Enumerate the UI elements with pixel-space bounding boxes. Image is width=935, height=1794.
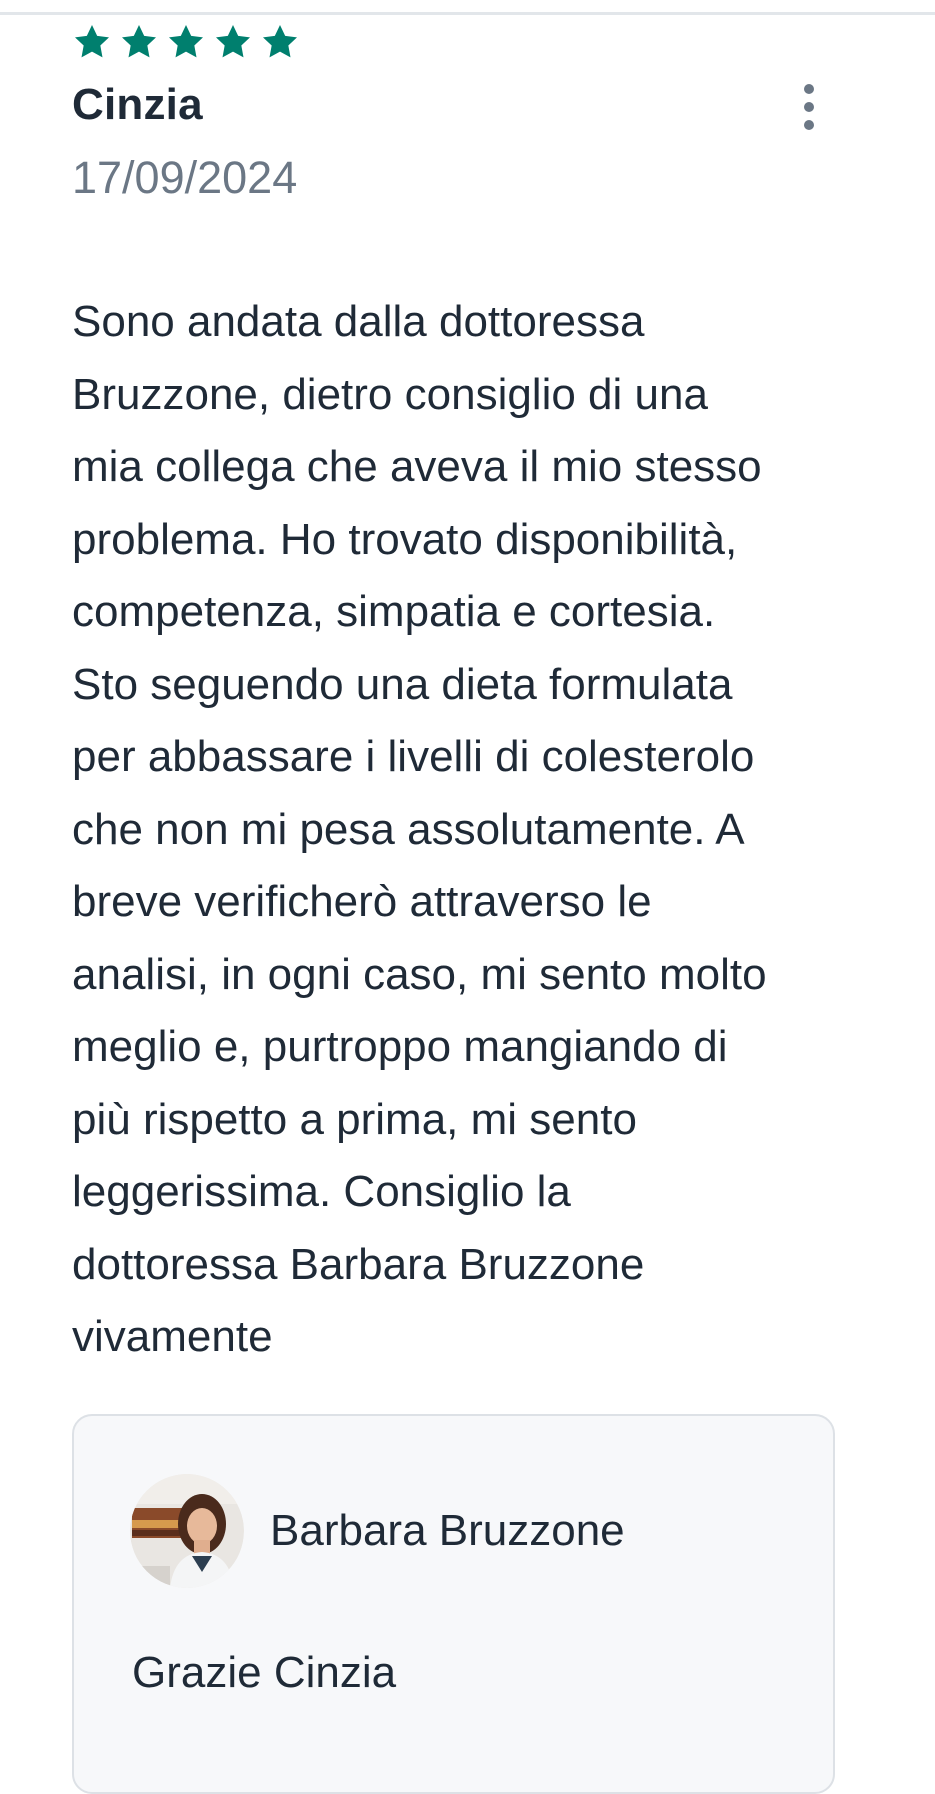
reviewer-name: Cinzia <box>72 80 203 129</box>
star-icon <box>122 25 156 58</box>
reply-text: Grazie Cinzia <box>132 1648 397 1697</box>
star-icon <box>263 25 297 58</box>
star-icon <box>216 25 250 58</box>
review-text: Sono andata dalla dottoressa Bruzzone, d… <box>72 297 767 1361</box>
review-date: 17/09/2024 <box>72 152 298 203</box>
more-vertical-icon <box>804 102 814 112</box>
star-icon <box>75 25 109 58</box>
top-divider <box>0 12 935 15</box>
more-vertical-icon <box>804 84 814 94</box>
more-vertical-icon <box>804 120 814 130</box>
doctor-avatar <box>130 1474 244 1588</box>
star-icon <box>169 25 203 58</box>
rating-stars <box>72 22 300 62</box>
more-options-button[interactable] <box>792 84 826 130</box>
reply-card: Barbara Bruzzone Grazie Cinzia <box>72 1414 835 1794</box>
reply-author-name: Barbara Bruzzone <box>270 1506 625 1555</box>
